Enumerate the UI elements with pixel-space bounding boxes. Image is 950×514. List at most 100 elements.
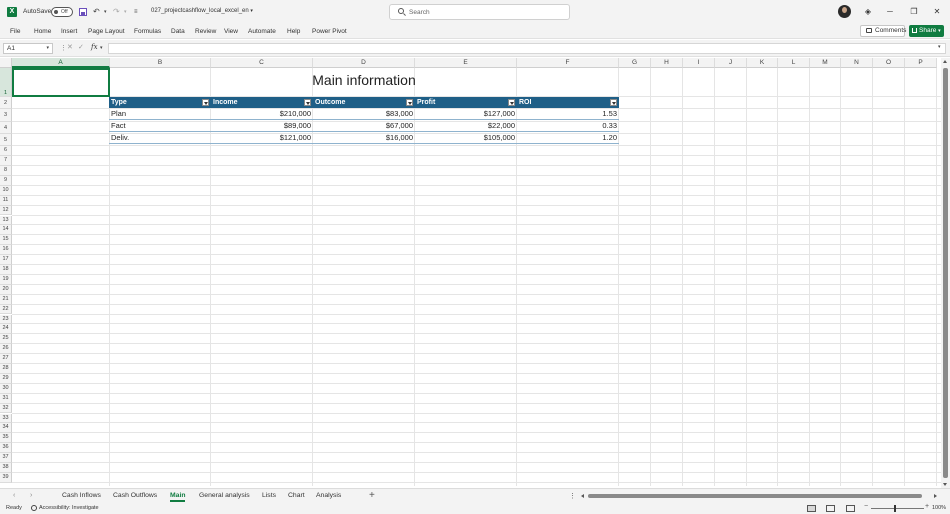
search-input[interactable]: Search (389, 4, 570, 20)
vertical-scrollbar[interactable] (941, 58, 950, 488)
row-header-13[interactable]: 13 (0, 215, 12, 226)
row-header-11[interactable]: 11 (0, 195, 12, 206)
redo-dropdown-icon[interactable]: ▾ (124, 7, 127, 17)
formula-input[interactable] (108, 43, 946, 54)
column-header-o[interactable]: O (873, 58, 905, 68)
tab-data[interactable]: Data (171, 28, 185, 35)
row-header-4[interactable]: 4 (0, 121, 12, 134)
row-header-32[interactable]: 32 (0, 403, 12, 414)
tab-home[interactable]: Home (34, 28, 51, 35)
cell-income[interactable]: $121,000 (211, 132, 313, 144)
tab-view[interactable]: View (224, 28, 238, 35)
row-header-8[interactable]: 8 (0, 166, 12, 176)
scroll-down-icon[interactable] (943, 483, 947, 486)
cell-outcome[interactable]: $16,000 (313, 132, 415, 144)
cell-profit[interactable]: $127,000 (415, 108, 517, 120)
page-break-view-icon[interactable] (846, 505, 855, 512)
row-header-37[interactable]: 37 (0, 453, 12, 463)
scroll-left-icon[interactable] (581, 494, 584, 498)
row-header-20[interactable]: 20 (0, 284, 12, 295)
undo-icon[interactable]: ↶ (93, 7, 100, 17)
row-header-21[interactable]: 21 (0, 294, 12, 305)
sheet-tab-lists[interactable]: Lists (262, 492, 276, 499)
sheet-tab-general-analysis[interactable]: General analysis (199, 492, 250, 499)
row-header-14[interactable]: 14 (0, 225, 12, 236)
column-header-l[interactable]: L (778, 58, 810, 68)
filter-dropdown-icon[interactable] (508, 99, 515, 106)
tab-help[interactable]: Help (287, 28, 300, 35)
name-box[interactable]: A1 ▾ (3, 43, 53, 54)
column-header-g[interactable]: G (619, 58, 651, 68)
sheet-tab-main[interactable]: Main (170, 492, 186, 502)
row-header-33[interactable]: 33 (0, 413, 12, 424)
next-sheet-icon[interactable]: › (30, 492, 32, 499)
filter-dropdown-icon[interactable] (202, 99, 209, 106)
tab-page-layout[interactable]: Page Layout (88, 28, 125, 35)
cancel-icon[interactable]: ✕ (67, 43, 73, 51)
row-header-36[interactable]: 36 (0, 443, 12, 454)
cell-roi[interactable]: 1.20 (517, 132, 619, 144)
column-header-f[interactable]: F (517, 58, 619, 68)
tab-review[interactable]: Review (195, 28, 216, 35)
row-header-25[interactable]: 25 (0, 334, 12, 345)
page-layout-view-icon[interactable] (826, 505, 835, 512)
column-header-d[interactable]: D (313, 58, 415, 68)
sheet-tab-chart[interactable]: Chart (288, 492, 305, 499)
column-header-a[interactable]: A (12, 58, 110, 68)
confirm-icon[interactable]: ✓ (78, 43, 84, 51)
tab-power-pivot[interactable]: Power Pivot (312, 28, 347, 35)
row-header-2[interactable]: 2 (0, 97, 12, 110)
minimize-icon[interactable]: ─ (883, 6, 897, 18)
zoom-slider-handle[interactable] (894, 505, 896, 512)
zoom-slider[interactable] (871, 508, 924, 509)
filter-dropdown-icon[interactable] (406, 99, 413, 106)
comments-button[interactable]: Comments (860, 25, 906, 37)
row-header-29[interactable]: 29 (0, 373, 12, 384)
autosave-toggle[interactable]: Off (51, 7, 73, 17)
row-header-39[interactable]: 39 (0, 472, 12, 483)
expand-formula-bar-icon[interactable]: ▾ (938, 44, 941, 50)
cell-outcome[interactable]: $67,000 (313, 120, 415, 132)
zoom-level[interactable]: 100% (932, 505, 946, 511)
restore-icon[interactable]: ❐ (907, 6, 921, 18)
tab-formulas[interactable]: Formulas (134, 28, 161, 35)
filter-dropdown-icon[interactable] (610, 99, 617, 106)
column-header-k[interactable]: K (747, 58, 778, 68)
file-name[interactable]: 027_projectcashflow_local_excel_en ▾ (151, 8, 253, 14)
scroll-up-icon[interactable] (943, 60, 947, 63)
column-header-i[interactable]: I (683, 58, 715, 68)
row-header-10[interactable]: 10 (0, 185, 12, 196)
cell-roi[interactable]: 0.33 (517, 120, 619, 132)
row-header-17[interactable]: 17 (0, 255, 12, 265)
column-header-j[interactable]: J (715, 58, 747, 68)
customize-toolbar-icon[interactable]: ≡ (134, 7, 138, 17)
cell-profit[interactable]: $105,000 (415, 132, 517, 144)
zoom-out-icon[interactable]: − (864, 503, 868, 510)
row-header-19[interactable]: 19 (0, 274, 12, 285)
prev-sheet-icon[interactable]: ‹ (13, 492, 15, 499)
row-header-7[interactable]: 7 (0, 156, 12, 166)
column-header-m[interactable]: M (810, 58, 841, 68)
row-header-30[interactable]: 30 (0, 383, 12, 394)
cell-income[interactable]: $89,000 (211, 120, 313, 132)
row-header-3[interactable]: 3 (0, 109, 12, 122)
cell-type[interactable]: Fact (109, 120, 211, 132)
column-header-p[interactable]: P (905, 58, 937, 68)
sheet-tab-analysis[interactable]: Analysis (316, 492, 341, 499)
column-header-c[interactable]: C (211, 58, 313, 68)
row-header-27[interactable]: 27 (0, 354, 12, 364)
tab-insert[interactable]: Insert (61, 28, 77, 35)
insert-function-icon[interactable]: fx (91, 43, 98, 51)
save-icon[interactable] (79, 8, 87, 16)
normal-view-icon[interactable] (807, 505, 816, 512)
tab-file[interactable]: File (10, 28, 20, 35)
tab-automate[interactable]: Automate (248, 28, 276, 35)
chevron-down-icon[interactable]: ▾ (100, 45, 103, 51)
column-header-e[interactable]: E (415, 58, 517, 68)
selected-cell[interactable] (12, 68, 110, 97)
worksheet-grid[interactable]: ABCDEFGHIJKLMNOP 1 2 3 4 5 6 7 8 9 10 11 12 13 14 15 16… (0, 58, 941, 486)
sheet-tab-cash-outflows[interactable]: Cash Outflows (113, 492, 157, 499)
more-options-icon[interactable]: ⋮ (569, 492, 576, 500)
sheet-tab-cash-inflows[interactable]: Cash Inflows (62, 492, 101, 499)
row-header-26[interactable]: 26 (0, 344, 12, 355)
